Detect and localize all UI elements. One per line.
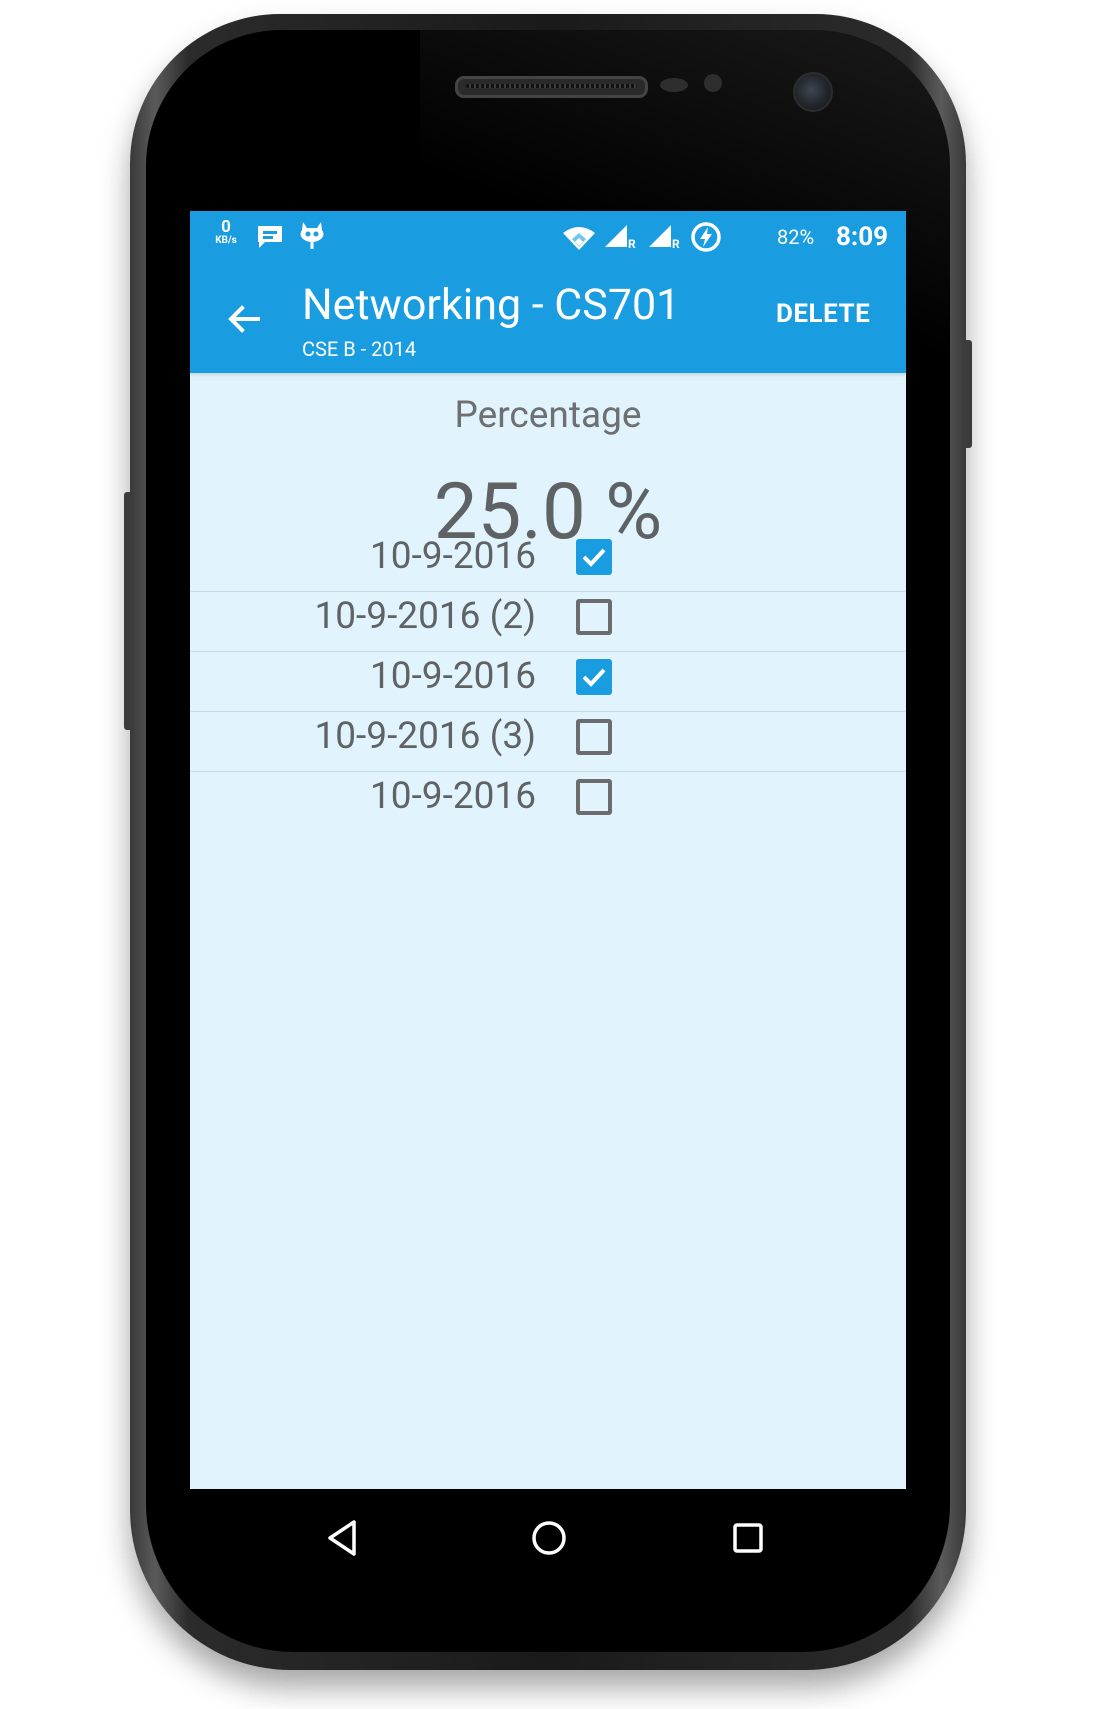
network-speed: 0 KB/s xyxy=(206,219,246,247)
front-camera xyxy=(793,72,833,112)
status-bar: 0 KB/s R R 82% 8:09 xyxy=(190,211,906,265)
power-button xyxy=(962,340,972,448)
attendance-row: 10-9-2016 xyxy=(190,527,906,592)
attendance-row: 10-9-2016 xyxy=(190,647,906,712)
back-triangle-icon[interactable] xyxy=(318,1513,368,1563)
navigation-bar xyxy=(190,1489,906,1585)
signal-roaming-1: R xyxy=(628,237,636,251)
attendance-checkbox[interactable] xyxy=(576,719,612,755)
page-title: Networking - CS701 xyxy=(302,280,681,330)
app-screen: 0 KB/s R R 82% 8:09 Networking - CS701 C… xyxy=(190,211,906,1489)
attendance-date: 10-9-2016 xyxy=(369,655,536,698)
attendance-date: 10-9-2016 (2) xyxy=(314,595,536,638)
battery-percent: 82% xyxy=(777,225,815,249)
earpiece-speaker xyxy=(455,76,648,98)
network-speed-unit: KB/s xyxy=(215,235,237,246)
volume-button xyxy=(124,492,134,730)
attendance-checkbox[interactable] xyxy=(576,779,612,815)
clock-time: 8:09 xyxy=(836,222,889,252)
toolbar: Networking - CS701 CSE B - 2014 DELETE xyxy=(190,265,906,373)
checkmark-icon xyxy=(582,548,606,567)
network-speed-value: 0 xyxy=(221,217,231,237)
attendance-checkbox[interactable] xyxy=(576,599,612,635)
attendance-date: 10-9-2016 (3) xyxy=(314,715,536,758)
page-subtitle: CSE B - 2014 xyxy=(302,337,417,361)
attendance-checkbox[interactable] xyxy=(576,659,612,695)
signal-roaming-2: R xyxy=(672,237,680,251)
recents-square-icon[interactable] xyxy=(723,1513,773,1563)
proximity-sensor xyxy=(660,78,688,92)
battery-saver-icon xyxy=(691,222,721,252)
checkmark-icon xyxy=(582,668,606,687)
cyanogen-icon xyxy=(300,222,324,249)
wifi-icon xyxy=(563,227,595,250)
attendance-row: 10-9-2016 xyxy=(190,767,906,831)
attendance-row: 10-9-2016 (3) xyxy=(190,707,906,772)
light-sensor xyxy=(704,74,722,92)
attendance-row: 10-9-2016 (2) xyxy=(190,587,906,652)
attendance-date: 10-9-2016 xyxy=(369,775,536,818)
back-arrow-icon[interactable] xyxy=(220,295,268,343)
delete-button[interactable]: DELETE xyxy=(776,299,870,329)
message-icon xyxy=(258,226,282,248)
home-circle-icon[interactable] xyxy=(524,1513,574,1563)
attendance-date: 10-9-2016 xyxy=(369,535,536,578)
percentage-label: Percentage xyxy=(454,394,642,437)
attendance-checkbox[interactable] xyxy=(576,539,612,575)
